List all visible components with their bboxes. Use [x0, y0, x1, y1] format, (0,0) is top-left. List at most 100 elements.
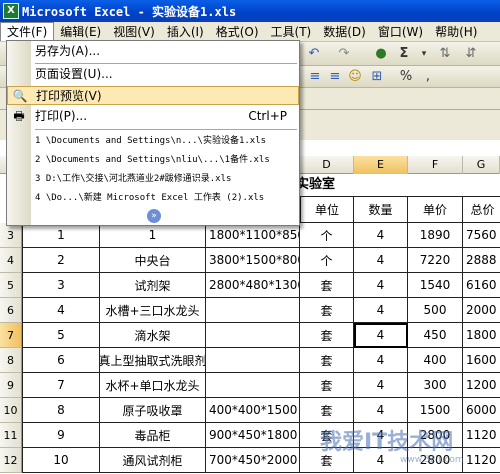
hyperlink-icon[interactable]: ●: [372, 45, 390, 63]
cell-e[interactable]: 4: [354, 398, 408, 423]
header-cell-unit[interactable]: 单位: [300, 196, 354, 223]
cell-f[interactable]: 1890: [408, 223, 463, 248]
header-cell-unit-price[interactable]: 单价: [408, 196, 463, 223]
cell-c[interactable]: 3800*1500*800: [206, 248, 300, 273]
cell-a[interactable]: 6: [22, 348, 100, 373]
cell-d[interactable]: 套: [300, 298, 354, 323]
cell-f[interactable]: 450: [408, 323, 463, 348]
cell-b[interactable]: 原子吸收罩: [100, 398, 206, 423]
cell-g[interactable]: 2000: [463, 298, 500, 323]
cell-b[interactable]: 水槽+三口水龙头: [100, 298, 206, 323]
sort-descending-icon[interactable]: ⇵: [462, 45, 480, 63]
cell-d[interactable]: 套: [300, 373, 354, 398]
menu-insert[interactable]: 插入(I): [161, 23, 210, 41]
cell-g[interactable]: 1120: [463, 423, 500, 448]
cell-g[interactable]: 6160: [463, 273, 500, 298]
cell-c[interactable]: 400*400*1500: [206, 398, 300, 423]
row-header[interactable]: 11: [0, 423, 22, 448]
row-header[interactable]: 12: [0, 448, 22, 473]
cell-a[interactable]: 1: [22, 223, 100, 248]
row-header[interactable]: 4: [0, 248, 22, 273]
cell-c[interactable]: 2800*480*1300: [206, 273, 300, 298]
cell-a[interactable]: 2: [22, 248, 100, 273]
cell-d[interactable]: 个: [300, 223, 354, 248]
menu-item-print[interactable]: 🖶 打印(P)... Ctrl+P: [7, 107, 299, 126]
cell-b[interactable]: 水杯+单口水龙头: [100, 373, 206, 398]
chevron-double-down-icon[interactable]: »: [147, 209, 161, 223]
column-header-f[interactable]: F: [408, 156, 463, 174]
cell-c[interactable]: [206, 373, 300, 398]
cell-d[interactable]: 套: [300, 273, 354, 298]
cell-a[interactable]: 5: [22, 323, 100, 348]
sort-ascending-icon[interactable]: ⇅: [436, 45, 454, 63]
menu-item-page-setup[interactable]: 页面设置(U)...: [7, 65, 299, 84]
cell-a[interactable]: 10: [22, 448, 100, 473]
cell-g[interactable]: 6000: [463, 398, 500, 423]
cell-a[interactable]: 7: [22, 373, 100, 398]
cell-e[interactable]: 4: [354, 323, 408, 348]
cell-b[interactable]: 试剂架: [100, 273, 206, 298]
cell-e[interactable]: 4: [354, 248, 408, 273]
cell-e[interactable]: 4: [354, 298, 408, 323]
header-cell-total[interactable]: 总价: [463, 196, 500, 223]
menu-file[interactable]: 文件(F): [0, 22, 55, 41]
menu-help[interactable]: 帮助(H): [429, 23, 483, 41]
cell-e[interactable]: 4: [354, 373, 408, 398]
cell-b[interactable]: 真上型抽取式洗眼剂: [100, 348, 206, 373]
menu-window[interactable]: 窗口(W): [372, 23, 429, 41]
cell-c[interactable]: 700*450*2000: [206, 448, 300, 473]
align-center-icon[interactable]: ≡: [326, 68, 344, 86]
cell-c[interactable]: [206, 348, 300, 373]
cell-c[interactable]: [206, 323, 300, 348]
percent-icon[interactable]: %: [398, 68, 414, 86]
cell-b[interactable]: 滴水架: [100, 323, 206, 348]
recent-file-4[interactable]: 4 \Do...\新建 Microsoft Excel 工作表 (2).xls: [7, 189, 299, 208]
column-header-d[interactable]: D: [300, 156, 354, 174]
cell-a[interactable]: 8: [22, 398, 100, 423]
comma-style-icon[interactable]: ,: [420, 68, 436, 86]
cell-g[interactable]: 7560: [463, 223, 500, 248]
cell-b[interactable]: 毒品柜: [100, 423, 206, 448]
menu-format[interactable]: 格式(O): [210, 23, 265, 41]
chevron-down-icon[interactable]: ▾: [418, 45, 430, 63]
cell-a[interactable]: 9: [22, 423, 100, 448]
cell-f[interactable]: 1500: [408, 398, 463, 423]
cell-d[interactable]: 套: [300, 398, 354, 423]
menu-tools[interactable]: 工具(T): [265, 23, 318, 41]
cell-g[interactable]: 2888: [463, 248, 500, 273]
cell-b[interactable]: 中央台: [100, 248, 206, 273]
row-header[interactable]: 3: [0, 223, 22, 248]
cell-d[interactable]: 个: [300, 248, 354, 273]
cell-f[interactable]: 300: [408, 373, 463, 398]
cell-c[interactable]: [206, 298, 300, 323]
cell-b[interactable]: 通风试剂柜: [100, 448, 206, 473]
cell-f[interactable]: 7220: [408, 248, 463, 273]
recent-file-3[interactable]: 3 D:\工作\交接\河北燕道业2#跋修通识录.xls: [7, 170, 299, 189]
cell-d[interactable]: 套: [300, 348, 354, 373]
column-header-g[interactable]: G: [463, 156, 500, 174]
cell-e[interactable]: 4: [354, 273, 408, 298]
header-cell-quantity[interactable]: 数量: [354, 196, 408, 223]
menu-item-save-as[interactable]: 另存为(A)...: [7, 42, 299, 61]
cell-a[interactable]: 3: [22, 273, 100, 298]
smiley-icon[interactable]: ☺: [346, 68, 364, 86]
row-header[interactable]: 6: [0, 298, 22, 323]
undo-icon[interactable]: ↶: [306, 45, 322, 63]
cell-g[interactable]: 1200: [463, 373, 500, 398]
recent-file-1[interactable]: 1 \Documents and Settings\n...\实验设备1.xls: [7, 132, 299, 151]
row-header[interactable]: 9: [0, 373, 22, 398]
cell-g[interactable]: 1600: [463, 348, 500, 373]
sheet-title[interactable]: 实验室: [296, 174, 335, 196]
cell-c[interactable]: 900*450*1800: [206, 423, 300, 448]
cell-g[interactable]: 1120: [463, 448, 500, 473]
menu-data[interactable]: 数据(D): [317, 23, 372, 41]
row-header[interactable]: 5: [0, 273, 22, 298]
cell-f[interactable]: 500: [408, 298, 463, 323]
cell-a[interactable]: 4: [22, 298, 100, 323]
row-header[interactable]: 10: [0, 398, 22, 423]
cell-e[interactable]: 4: [354, 223, 408, 248]
menu-edit[interactable]: 编辑(E): [54, 23, 107, 41]
autosum-icon[interactable]: Σ: [396, 45, 412, 63]
redo-icon[interactable]: ↷: [336, 45, 352, 63]
row-header[interactable]: 8: [0, 348, 22, 373]
